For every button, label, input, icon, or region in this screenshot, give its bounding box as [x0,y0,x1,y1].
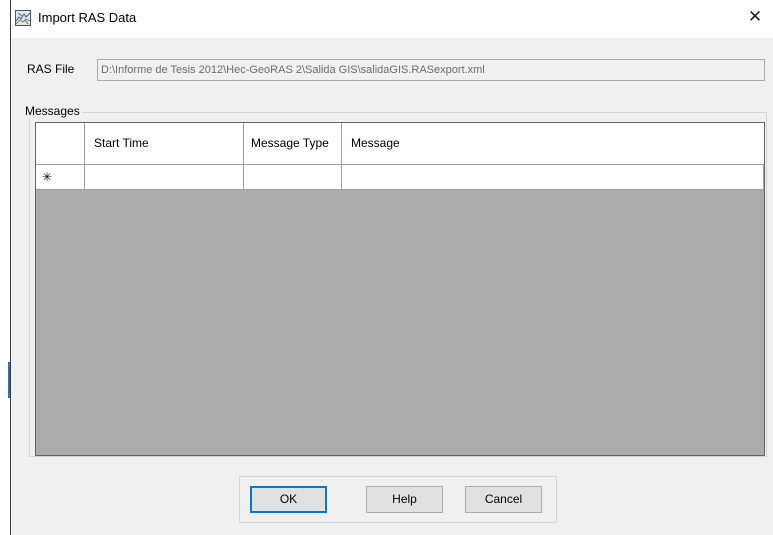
cancel-button[interactable]: Cancel [465,486,542,513]
grid-header-row: Start Time Message Type Message [36,123,764,165]
column-header-message-type[interactable]: Message Type [244,123,342,164]
messages-group-label: Messages [23,103,82,119]
ok-button[interactable]: OK [250,486,327,513]
background-window-edge [0,0,10,535]
help-button[interactable]: Help [366,486,443,513]
messages-grid[interactable]: Start Time Message Type Message ✳ [35,122,765,456]
cell-start-time[interactable] [85,165,244,189]
ras-app-icon [15,10,31,26]
ras-file-path-field[interactable]: D:\Informe de Tesis 2012\Hec-GeoRAS 2\Sa… [97,59,765,81]
import-ras-data-dialog: Import RAS Data ✕ RAS File D:\Informe de… [10,0,773,535]
cell-message-type[interactable] [244,165,342,189]
ras-file-label: RAS File [27,62,75,76]
cell-message[interactable] [342,165,764,189]
column-header-start-time[interactable]: Start Time [85,123,244,164]
new-row-marker-icon[interactable]: ✳ [36,165,85,189]
row-header-corner[interactable] [36,123,85,164]
column-header-message[interactable]: Message [342,123,764,164]
new-row[interactable]: ✳ [36,165,764,190]
close-icon[interactable]: ✕ [737,0,773,34]
title-bar[interactable]: Import RAS Data ✕ [11,0,773,38]
window-title: Import RAS Data [38,10,137,25]
